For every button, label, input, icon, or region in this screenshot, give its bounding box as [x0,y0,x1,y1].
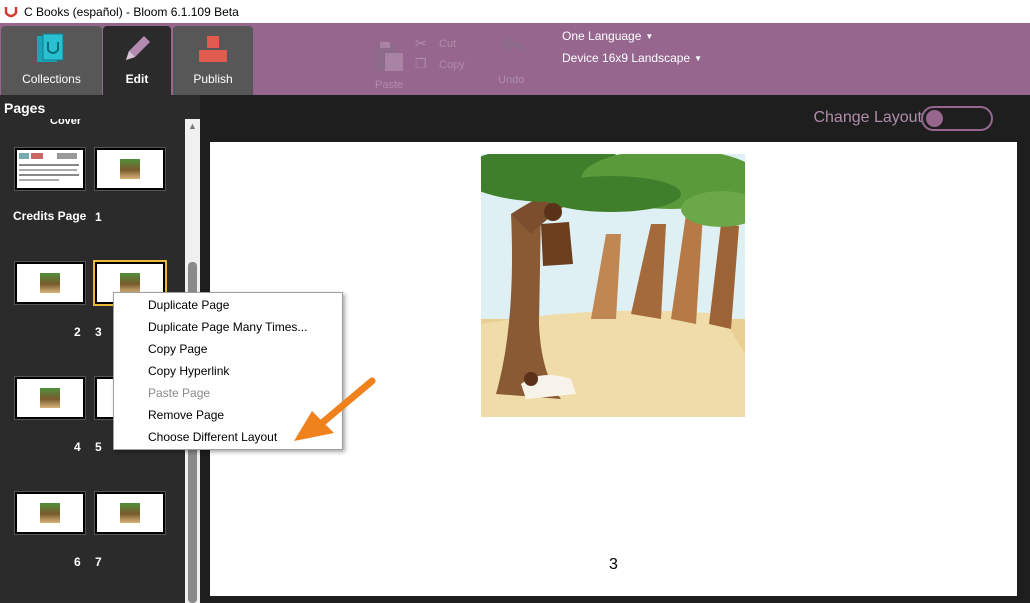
menu-item-paste-page: Paste Page [148,386,211,400]
tab-collections-label: Collections [22,72,81,86]
copy-button[interactable]: Copy [439,59,465,71]
annotation-arrow-icon [294,377,376,441]
page-thumbnail-1[interactable] [94,147,166,191]
pages-heading: Pages [4,100,46,116]
tab-publish[interactable]: Publish [173,26,253,95]
language-dropdown-label: One Language [562,29,642,43]
tab-collections[interactable]: Collections [1,26,102,95]
scissors-icon: ✂ [415,35,427,51]
change-layout-label: Change Layout [813,109,922,126]
page-number-label: 4 [74,440,81,454]
page-thumbnail-image [120,159,140,179]
page-thumbnail-6[interactable] [14,491,86,535]
page-thumbnail-image [120,503,140,523]
credits-page-label: Credits Page [13,209,87,223]
page-thumbnail-7[interactable] [94,491,166,535]
page-number: 3 [609,556,618,573]
paste-icon [374,42,403,71]
main-toolbar: Collections Edit Publish Paste ✂ Cut ❐ C… [0,23,1030,95]
menu-item-remove-page[interactable]: Remove Page [148,404,224,426]
page-thumbnail-image [40,273,60,293]
bloom-app-icon [4,6,18,17]
undo-button[interactable]: Undo [498,74,524,86]
menu-item-duplicate-page[interactable]: Duplicate Page [148,294,229,316]
caret-down-icon: ▼ [694,54,703,63]
paste-button[interactable]: Paste [375,79,403,91]
page-number-label: 2 [74,325,81,339]
page-number-label: 5 [95,440,102,454]
tab-edit-label: Edit [125,72,149,86]
cover-label: Cover [50,119,82,127]
tab-edit[interactable]: Edit [103,26,171,95]
page-thumbnail-credits[interactable] [14,147,86,191]
page-size-dropdown[interactable]: Device 16x9 Landscape ▼ [562,51,702,65]
page-illustration[interactable] [481,154,745,417]
page-number-label: 7 [95,555,102,569]
credits-thumbnail-image [19,153,79,181]
page-thumbnail-image [40,503,60,523]
menu-item-choose-different-layout[interactable]: Choose Different Layout [148,426,277,448]
undo-icon [500,35,526,55]
change-layout-toggle[interactable] [921,106,993,131]
publish-icon [199,36,227,62]
menu-item-copy-hyperlink[interactable]: Copy Hyperlink [148,360,229,382]
page-number-label: 1 [95,210,102,224]
page-size-dropdown-label: Device 16x9 Landscape [562,51,691,65]
menu-item-copy-page[interactable]: Copy Page [148,338,207,360]
language-dropdown[interactable]: One Language ▼ [562,29,653,43]
copy-icon: ❐ [415,56,427,71]
page-thumbnail-2[interactable] [14,261,86,305]
window-title: C Books (español) - Bloom 6.1.109 Beta [24,4,239,19]
toggle-knob [926,110,943,127]
title-bar: C Books (español) - Bloom 6.1.109 Beta [0,0,1030,23]
cut-button[interactable]: Cut [439,38,456,50]
page-thumbnail-image [120,273,140,293]
scroll-up-icon[interactable]: ▲ [188,121,197,131]
pencil-icon [126,36,150,60]
page-thumbnail-image [40,388,60,408]
caret-down-icon: ▼ [645,32,654,41]
collections-icon [36,33,63,62]
menu-item-duplicate-page-many-times[interactable]: Duplicate Page Many Times... [148,316,307,338]
page-number-label: 6 [74,555,81,569]
tab-publish-label: Publish [193,72,233,86]
page-number-label: 3 [95,325,102,339]
page-thumbnail-4[interactable] [14,376,86,420]
